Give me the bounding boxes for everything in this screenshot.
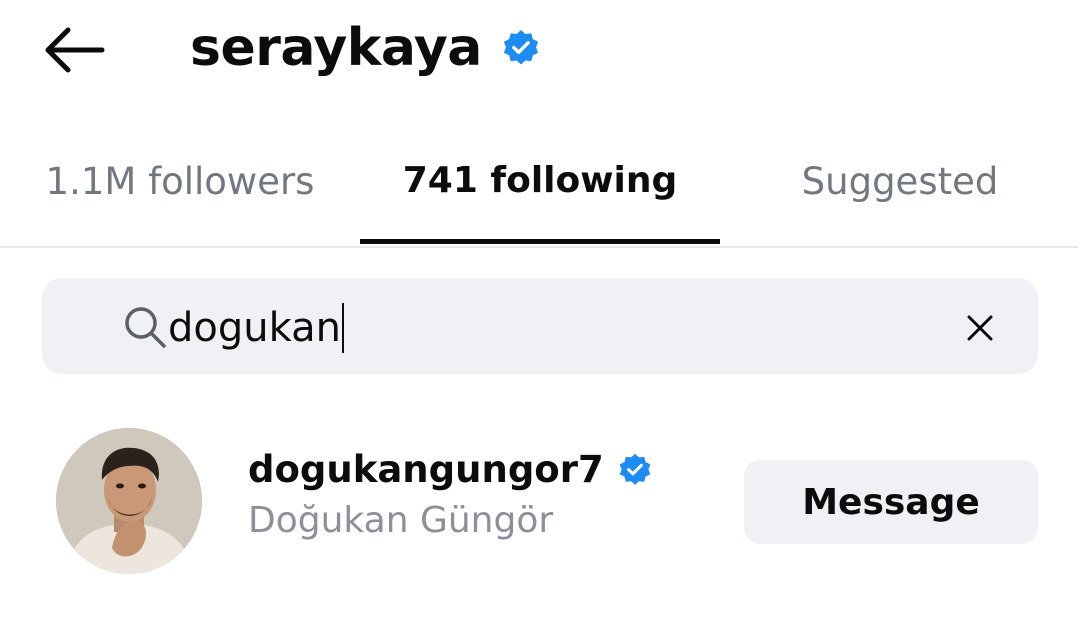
username-line: dogukangungor7 — [248, 448, 652, 491]
tab-following[interactable]: 741 following — [360, 140, 720, 246]
verified-badge-icon — [502, 29, 540, 67]
result-full-name: Doğukan Güngör — [248, 500, 554, 541]
close-icon — [967, 315, 993, 341]
arrow-left-icon — [45, 27, 105, 73]
text-cursor — [341, 303, 344, 353]
tab-suggested[interactable]: Suggested — [720, 140, 1078, 246]
back-button[interactable] — [38, 20, 110, 80]
result-username[interactable]: dogukangungor7 — [248, 448, 604, 491]
tab-followers[interactable]: 1.1M followers — [0, 140, 360, 246]
verified-badge-icon — [618, 453, 652, 487]
search-input[interactable]: dogukan — [168, 300, 344, 356]
tab-bar: 1.1M followers 741 following Suggested — [0, 140, 1078, 248]
list-item[interactable]: dogukangungor7 Doğukan Güngör Message — [0, 420, 1078, 590]
clear-search-button[interactable] — [958, 306, 1002, 350]
message-button[interactable]: Message — [744, 460, 1038, 544]
profile-username: seraykaya — [190, 18, 482, 78]
search-icon — [125, 307, 166, 348]
following-list-screen: seraykaya 1.1M followers 741 following S… — [0, 0, 1078, 623]
search-query: dogukan — [168, 305, 341, 351]
active-tab-indicator — [360, 239, 720, 244]
avatar[interactable] — [56, 428, 202, 574]
profile-header: seraykaya — [190, 14, 540, 82]
search-bar[interactable]: dogukan — [42, 278, 1038, 374]
